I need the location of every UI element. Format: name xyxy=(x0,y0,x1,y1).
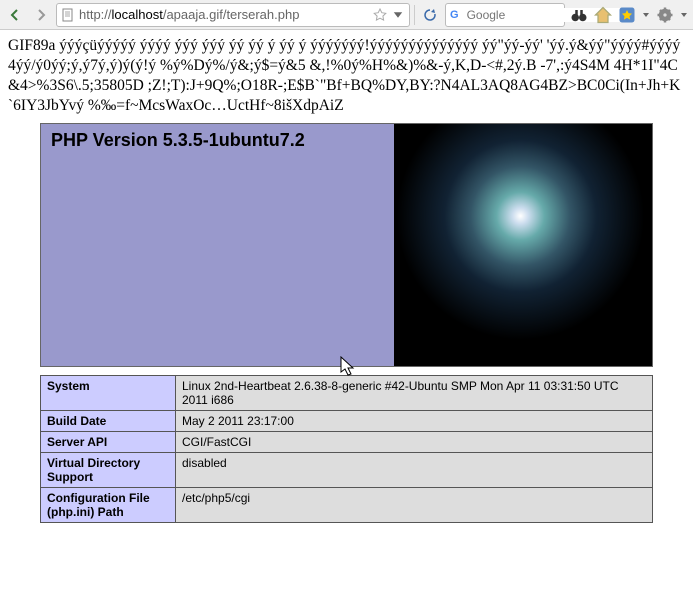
menu-dropdown-icon[interactable] xyxy=(679,8,689,22)
info-value: May 2 2011 23:17:00 xyxy=(176,410,653,431)
info-value: /etc/php5/cgi xyxy=(176,487,653,522)
separator xyxy=(414,5,415,25)
phpinfo-header-left: PHP Version 5.3.5-1ubuntu7.2 xyxy=(41,124,394,366)
info-key: Server API xyxy=(41,431,176,452)
php-logo-image xyxy=(394,124,652,366)
home-icon[interactable] xyxy=(593,5,613,25)
forward-button[interactable] xyxy=(30,4,52,26)
phpinfo-header-right xyxy=(394,124,652,366)
bookmarks-dropdown-icon[interactable] xyxy=(641,8,651,22)
info-value: CGI/FastCGI xyxy=(176,431,653,452)
table-row: SystemLinux 2nd-Heartbeat 2.6.38-8-gener… xyxy=(41,375,653,410)
info-key: Build Date xyxy=(41,410,176,431)
table-row: Configuration File (php.ini) Path/etc/ph… xyxy=(41,487,653,522)
url-dropdown-icon[interactable] xyxy=(391,8,405,22)
url-host: localhost xyxy=(112,7,163,22)
page-content: GIF89a ýýýçüýýýýý ýýýý ýýý ýýý ýý ýý ý ý… xyxy=(0,30,693,529)
binoculars-icon[interactable] xyxy=(569,5,589,25)
page-icon xyxy=(61,8,75,22)
search-bar[interactable]: G xyxy=(445,3,565,27)
url-bar[interactable]: http://localhost/apaaja.gif/terserah.php xyxy=(56,3,410,27)
url-prefix: http:// xyxy=(79,7,112,22)
back-button[interactable] xyxy=(4,4,26,26)
info-key: Virtual Directory Support xyxy=(41,452,176,487)
phpinfo-table: SystemLinux 2nd-Heartbeat 2.6.38-8-gener… xyxy=(40,375,653,523)
info-key: System xyxy=(41,375,176,410)
binary-garbage-text: GIF89a ýýýçüýýýýý ýýýý ýýý ýýý ýý ýý ý ý… xyxy=(8,36,685,117)
info-value: Linux 2nd-Heartbeat 2.6.38-8-generic #42… xyxy=(176,375,653,410)
bookmark-star-icon[interactable] xyxy=(373,8,387,22)
table-row: Server APICGI/FastCGI xyxy=(41,431,653,452)
info-key: Configuration File (php.ini) Path xyxy=(41,487,176,522)
browser-toolbar: http://localhost/apaaja.gif/terserah.php… xyxy=(0,0,693,30)
bookmarks-icon[interactable] xyxy=(617,5,637,25)
url-path: /apaaja.gif/terserah.php xyxy=(163,7,300,22)
info-value: disabled xyxy=(176,452,653,487)
url-text: http://localhost/apaaja.gif/terserah.php xyxy=(79,7,369,22)
google-icon: G xyxy=(450,9,459,21)
table-row: Virtual Directory Supportdisabled xyxy=(41,452,653,487)
phpinfo-header-box: PHP Version 5.3.5-1ubuntu7.2 xyxy=(40,123,653,367)
menu-icon[interactable] xyxy=(655,5,675,25)
table-row: Build DateMay 2 2011 23:17:00 xyxy=(41,410,653,431)
reload-button[interactable] xyxy=(419,4,441,26)
php-version-title: PHP Version 5.3.5-1ubuntu7.2 xyxy=(51,130,384,151)
